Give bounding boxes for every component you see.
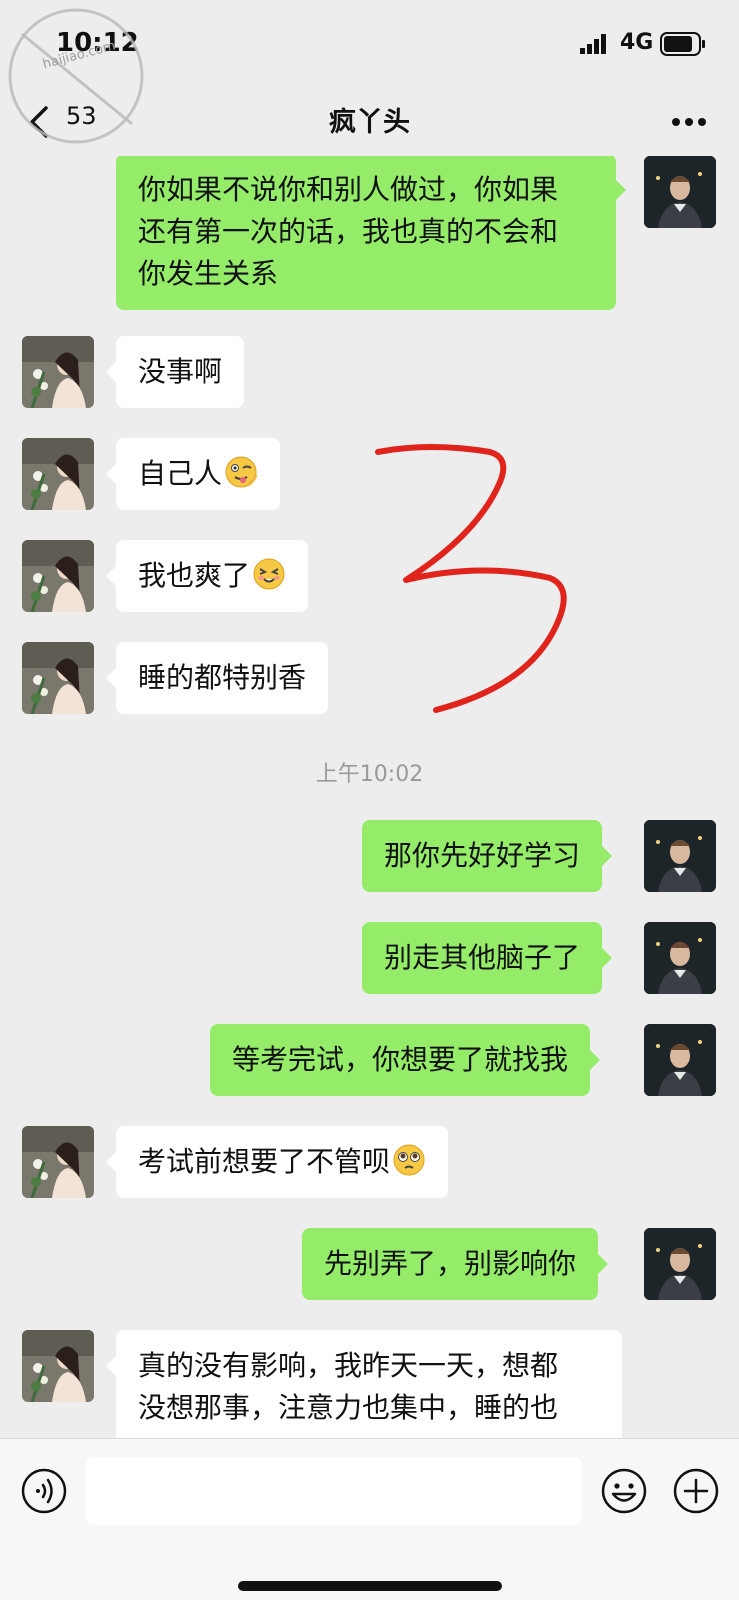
message-text: 睡的都特别香 [138, 661, 307, 694]
message-line: 真的没有影响，我昨天一天，想都 [138, 1349, 559, 1382]
message-text: 我也爽了 [138, 559, 251, 592]
signal-icon [580, 34, 606, 54]
my-avatar[interactable] [644, 1228, 716, 1300]
received-bubble[interactable]: 我也爽了 [105, 540, 309, 612]
message-timestamp: 上午10:02 [315, 762, 424, 787]
avatar-man-icon [644, 156, 716, 228]
my-avatar[interactable] [644, 820, 716, 892]
status-bar: 10:12 4G [0, 0, 739, 92]
message-line: 还有第一次的话，我也真的不会和 [138, 215, 559, 248]
sent-bubble[interactable]: 别走其他脑子了 [362, 922, 613, 994]
avatar-man-icon [644, 1024, 716, 1096]
message-text: 自己人 [138, 457, 223, 490]
avatar-woman-icon [22, 336, 94, 408]
avatar-woman-icon [22, 1126, 94, 1198]
message-input[interactable] [86, 1457, 582, 1525]
contact-avatar[interactable] [22, 1330, 94, 1402]
network-type: 4G [620, 30, 654, 55]
message-text: 等考完试，你想要了就找我 [232, 1043, 569, 1076]
my-avatar[interactable] [644, 922, 716, 994]
avatar-woman-icon [22, 540, 94, 612]
received-bubble[interactable]: 真的没有影响，我昨天一天，想都 没想那事，注意力也集中，睡的也 [106, 1330, 622, 1438]
contact-avatar[interactable] [22, 1126, 94, 1198]
avatar-woman-icon [22, 1330, 94, 1402]
message-line: 没想那事，注意力也集中，睡的也 [138, 1391, 559, 1424]
message-list[interactable]: 你如果不说你和别人做过，你如果 还有第一次的话，我也真的不会和 你发生关系 没事… [0, 156, 739, 1438]
message-text: 没事啊 [138, 355, 223, 388]
emoji-picker-icon[interactable] [600, 1467, 648, 1515]
sent-bubble[interactable]: 先别弄了，别影响你 [302, 1228, 609, 1300]
status-time: 10:12 [56, 28, 139, 58]
my-avatar[interactable] [644, 156, 716, 228]
avatar-man-icon [644, 922, 716, 994]
avatar-man-icon [644, 1228, 716, 1300]
received-bubble[interactable]: 睡的都特别香 [105, 642, 329, 714]
sent-bubble[interactable]: 等考完试，你想要了就找我 [210, 1024, 601, 1096]
avatar-woman-icon [22, 438, 94, 510]
sent-bubble[interactable]: 那你先好好学习 [362, 820, 613, 892]
contact-avatar[interactable] [22, 336, 94, 408]
pleading-emoji-icon [393, 1144, 425, 1176]
avatar-woman-icon [22, 642, 94, 714]
message-text: 那你先好好学习 [384, 839, 581, 872]
contact-avatar[interactable] [22, 540, 94, 612]
message-line: 你如果不说你和别人做过，你如果 [138, 173, 559, 206]
handwritten-annotation [375, 444, 567, 713]
battery-icon [660, 32, 705, 56]
more-options-icon[interactable] [670, 116, 708, 128]
contact-avatar[interactable] [22, 438, 94, 510]
received-bubble[interactable]: 自己人 [105, 438, 281, 510]
message-text: 考试前想要了不管呗 [138, 1145, 391, 1178]
wink-tongue-emoji-icon [225, 456, 258, 488]
avatar-man-icon [644, 820, 716, 892]
message-text: 别走其他脑子了 [384, 941, 581, 974]
contact-avatar[interactable] [22, 642, 94, 714]
plus-more-icon[interactable] [672, 1467, 720, 1515]
voice-input-icon[interactable] [20, 1467, 68, 1515]
sent-bubble[interactable]: 你如果不说你和别人做过，你如果 还有第一次的话，我也真的不会和 你发生关系 [116, 156, 626, 310]
received-bubble[interactable]: 没事啊 [105, 336, 245, 408]
blush-grin-emoji-icon [253, 558, 285, 590]
chat-title: 疯丫头 [329, 107, 410, 138]
nav-bar: 53 疯丫头 [0, 92, 739, 156]
input-bar [0, 1438, 739, 1600]
my-avatar[interactable] [644, 1024, 716, 1096]
home-indicator[interactable] [238, 1581, 502, 1591]
message-line: 你发生关系 [138, 257, 279, 290]
message-text: 先别弄了，别影响你 [324, 1247, 577, 1280]
received-bubble[interactable]: 考试前想要了不管呗 [105, 1126, 449, 1198]
